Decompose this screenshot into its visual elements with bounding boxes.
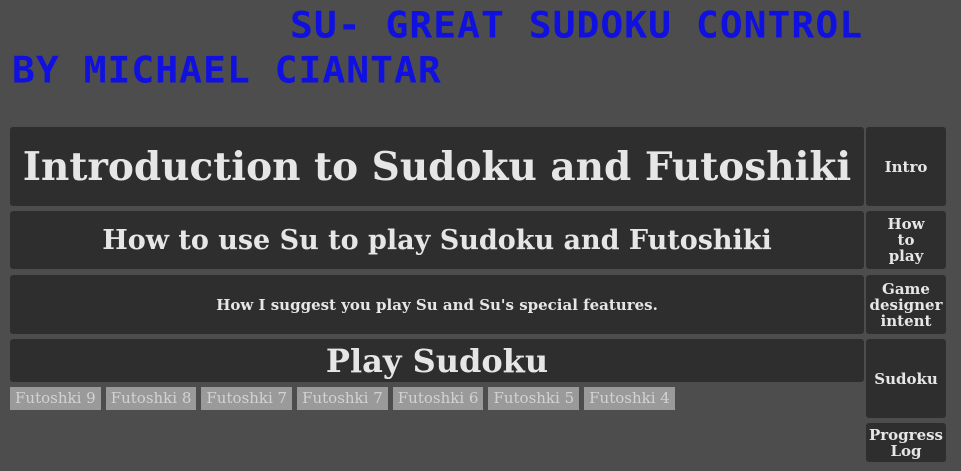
intro-panel[interactable]: Introduction to Sudoku and Futoshiki <box>10 127 864 206</box>
suggest-panel-label: How I suggest you play Su and Su's speci… <box>216 295 658 314</box>
how-to-play-button[interactable]: How to play <box>866 211 946 269</box>
progress-log-button[interactable]: Progress Log <box>866 423 946 462</box>
play-sudoku-panel-label: Play Sudoku <box>325 341 549 380</box>
author-credit: BY MICHAEL CIANTAR <box>12 49 442 91</box>
futoshiki-5-button[interactable]: Futoshki 5 <box>488 387 580 410</box>
how-to-play-button-label: How to play <box>887 215 925 265</box>
how-to-panel-label: How to use Su to play Sudoku and Futoshi… <box>102 224 772 256</box>
play-sudoku-panel[interactable]: Play Sudoku <box>10 339 864 382</box>
suggest-panel[interactable]: How I suggest you play Su and Su's speci… <box>10 275 864 334</box>
progress-log-button-label: Progress Log <box>868 425 943 460</box>
futoshiki-9-button[interactable]: Futoshki 9 <box>10 387 101 410</box>
intro-panel-label: Introduction to Sudoku and Futoshiki <box>22 143 852 190</box>
futoshiki-8-button[interactable]: Futoshki 8 <box>105 387 197 410</box>
app-title: SU- GREAT SUDOKU CONTROL <box>290 4 864 46</box>
sudoku-button-label: Sudoku <box>874 369 938 388</box>
intro-button-label: Intro <box>884 157 928 176</box>
futoshiki-6-button[interactable]: Futoshki 6 <box>392 387 484 410</box>
futoshiki-buttons: Futoshki 9 Futoshki 8 Futoshki 7 Futoshk… <box>10 387 675 410</box>
intro-button[interactable]: Intro <box>866 127 946 206</box>
sudoku-button[interactable]: Sudoku <box>866 339 946 418</box>
game-designer-intent-button[interactable]: Game designer intent <box>866 275 946 334</box>
how-to-panel[interactable]: How to use Su to play Sudoku and Futoshi… <box>10 211 864 269</box>
futoshiki-4-button[interactable]: Futoshki 4 <box>584 387 675 410</box>
futoshiki-7-button-alt[interactable]: Futoshki 7 <box>297 387 388 410</box>
futoshiki-7-button[interactable]: Futoshki 7 <box>201 387 293 410</box>
game-designer-intent-button-label: Game designer intent <box>869 279 943 330</box>
